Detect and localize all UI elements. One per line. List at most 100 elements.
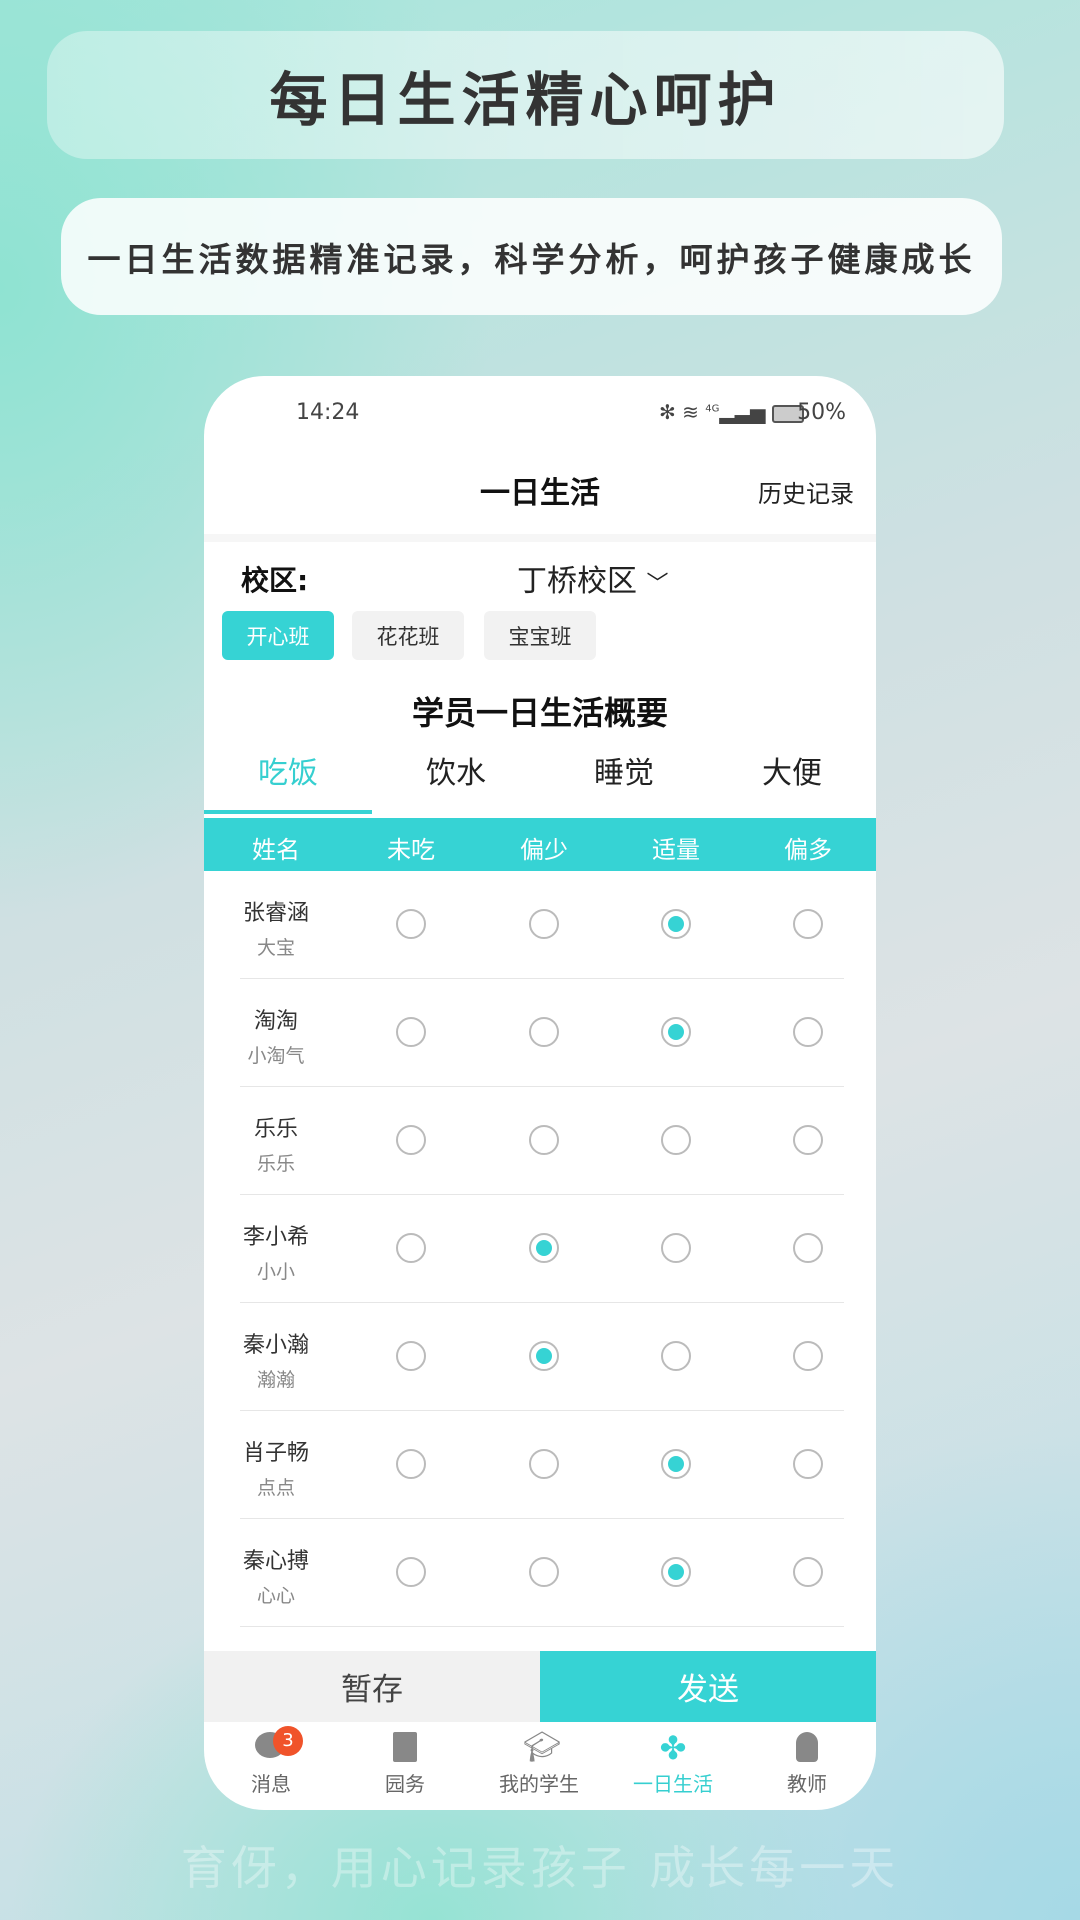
student-nickname: 瀚瀚: [256, 1369, 296, 1391]
clover-icon: ✤: [659, 1729, 687, 1767]
student-row: 秦小瀚 瀚瀚: [240, 1303, 844, 1411]
banner-title: 每日生活精心呵护: [47, 31, 1004, 159]
tab-stool[interactable]: 大便: [708, 748, 876, 792]
nav-messages[interactable]: 3 消息: [204, 1722, 338, 1810]
graduation-cap-icon: 🎓︎: [523, 1730, 562, 1765]
student-name: 淘淘: [253, 1009, 299, 1034]
tab-sleep[interactable]: 睡觉: [540, 748, 708, 792]
col-more: 偏多: [784, 836, 832, 864]
student-name: 李小希: [242, 1225, 310, 1250]
student-name: 乐乐: [253, 1117, 299, 1142]
wifi-icon: ≋: [682, 400, 699, 424]
student-nickname: 点点: [256, 1477, 296, 1499]
amount-radio-适量[interactable]: [661, 1449, 691, 1479]
save-draft-button[interactable]: 暂存: [204, 1651, 540, 1722]
amount-radio-适量[interactable]: [661, 1125, 691, 1155]
history-button[interactable]: 历史记录: [758, 474, 854, 509]
student-row: 淘淘 小淘气: [240, 979, 844, 1087]
amount-radio-未吃[interactable]: [396, 1449, 426, 1479]
student-row: 肖子畅 点点: [240, 1411, 844, 1519]
network-type: 4G: [705, 403, 720, 415]
status-time: 14:24: [296, 400, 360, 425]
amount-radio-适量[interactable]: [661, 1557, 691, 1587]
amount-radio-偏少[interactable]: [529, 1341, 559, 1371]
col-less: 偏少: [520, 836, 568, 864]
chat-icon: 3: [255, 1726, 303, 1764]
teacher-icon: [791, 1732, 823, 1764]
student-nickname: 小淘气: [247, 1045, 305, 1067]
campus-label: 校区:: [241, 564, 309, 597]
unread-badge: 3: [273, 1726, 303, 1756]
amount-radio-未吃[interactable]: [396, 1341, 426, 1371]
nav-label: 园务: [385, 1772, 425, 1796]
student-name: 张睿涵: [242, 901, 310, 926]
col-normal: 适量: [652, 836, 700, 864]
amount-radio-偏少[interactable]: [529, 1125, 559, 1155]
tab-water[interactable]: 饮水: [372, 748, 540, 792]
tab-indicator: [204, 810, 372, 814]
nav-affairs[interactable]: 园务: [338, 1722, 472, 1810]
campus-value: 丁桥校区: [517, 564, 637, 599]
nav-label: 一日生活: [633, 1772, 713, 1796]
status-icons: ✻ ≋ 4G▂▃▅: [659, 400, 804, 424]
footer-slogan: 育伢，用心记录孩子 成长每一天: [180, 1841, 900, 1895]
amount-radio-偏多[interactable]: [793, 1233, 823, 1263]
bottom-nav: 3 消息 园务 🎓︎ 我的学生 ✤ 一日生活 教师: [204, 1722, 876, 1810]
class-chip-huahua[interactable]: 花花班: [352, 611, 464, 660]
nav-teacher[interactable]: 教师: [740, 1722, 874, 1810]
student-row: 李小希 小小: [240, 1195, 844, 1303]
student-nickname: 小小: [256, 1261, 296, 1283]
nav-label: 教师: [787, 1772, 827, 1796]
student-row: 秦心搏 心心: [240, 1519, 844, 1627]
amount-radio-未吃[interactable]: [396, 1557, 426, 1587]
nav-my-students[interactable]: 🎓︎ 我的学生: [472, 1722, 606, 1810]
signal-icon: ▂▃▅: [719, 400, 766, 424]
amount-radio-偏少[interactable]: [529, 909, 559, 939]
campus-select[interactable]: 丁桥校区 ﹀: [517, 556, 669, 600]
nav-label: 我的学生: [499, 1772, 579, 1796]
nav-daily-life[interactable]: ✤ 一日生活: [606, 1722, 740, 1810]
col-none: 未吃: [387, 836, 435, 864]
student-name: 秦心搏: [242, 1549, 310, 1574]
student-row: 乐乐 乐乐: [240, 1087, 844, 1195]
amount-radio-偏少[interactable]: [529, 1557, 559, 1587]
amount-radio-适量[interactable]: [661, 1233, 691, 1263]
banner-subtitle: 一日生活数据精准记录，科学分析，呵护孩子健康成长: [61, 198, 1002, 315]
section-title: 学员一日生活概要: [411, 694, 668, 732]
amount-radio-未吃[interactable]: [396, 1233, 426, 1263]
amount-radio-偏多[interactable]: [793, 1017, 823, 1047]
amount-radio-适量[interactable]: [661, 909, 691, 939]
amount-radio-未吃[interactable]: [396, 1017, 426, 1047]
student-name: 秦小瀚: [242, 1333, 310, 1358]
building-icon: [389, 1732, 421, 1764]
tab-eat[interactable]: 吃饭: [204, 748, 372, 792]
amount-radio-偏多[interactable]: [793, 1449, 823, 1479]
student-nickname: 心心: [256, 1585, 296, 1607]
amount-radio-未吃[interactable]: [396, 1125, 426, 1155]
col-name: 姓名: [252, 836, 300, 864]
amount-radio-适量[interactable]: [661, 1017, 691, 1047]
amount-radio-偏多[interactable]: [793, 1557, 823, 1587]
student-nickname: 大宝: [256, 937, 296, 959]
student-nickname: 乐乐: [256, 1153, 296, 1175]
chevron-down-icon: ﹀: [646, 572, 669, 597]
amount-radio-偏少[interactable]: [529, 1233, 559, 1263]
phone-screen: 14:24 ✻ ≋ 4G▂▃▅ 50% 一日生活 历史记录 校区: 丁桥校区 ﹀…: [204, 376, 876, 1810]
amount-radio-偏少[interactable]: [529, 1017, 559, 1047]
table-header: 姓名 未吃 偏少 适量 偏多: [204, 818, 876, 871]
student-row: 张睿涵 大宝: [240, 871, 844, 979]
bluetooth-icon: ✻: [659, 400, 676, 424]
status-bar: 14:24 ✻ ≋ 4G▂▃▅ 50%: [204, 400, 876, 440]
class-chip-kaixin[interactable]: 开心班: [222, 611, 334, 660]
amount-radio-偏少[interactable]: [529, 1449, 559, 1479]
student-name: 肖子畅: [242, 1441, 310, 1466]
amount-radio-偏多[interactable]: [793, 909, 823, 939]
nav-label: 消息: [251, 1772, 291, 1796]
battery-percent: 50%: [797, 400, 846, 425]
amount-radio-偏多[interactable]: [793, 1125, 823, 1155]
class-chip-baobao[interactable]: 宝宝班: [484, 611, 596, 660]
send-button[interactable]: 发送: [540, 1651, 876, 1722]
amount-radio-适量[interactable]: [661, 1341, 691, 1371]
amount-radio-未吃[interactable]: [396, 909, 426, 939]
amount-radio-偏多[interactable]: [793, 1341, 823, 1371]
